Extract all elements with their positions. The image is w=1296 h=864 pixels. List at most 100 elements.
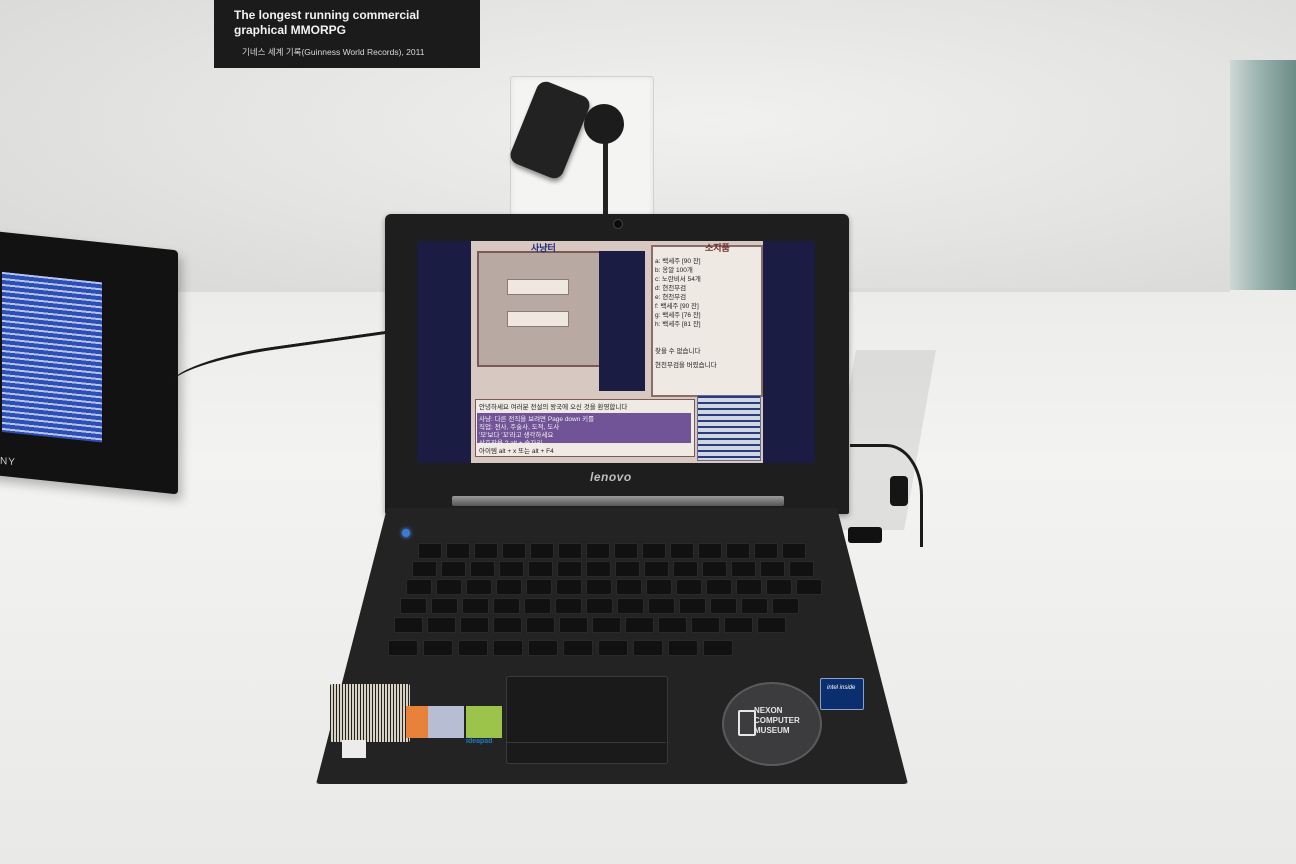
keyboard-key[interactable] [558, 543, 582, 559]
keyboard-key[interactable] [427, 617, 456, 633]
keyboard-key[interactable] [493, 617, 522, 633]
keyboard-key[interactable] [586, 579, 612, 595]
keyboard-key[interactable] [670, 543, 694, 559]
keyboard-key[interactable] [598, 640, 628, 656]
map-platform [507, 311, 569, 327]
keyboard-key[interactable] [557, 561, 582, 577]
keyboard-key[interactable] [586, 543, 610, 559]
keyboard-key[interactable] [702, 561, 727, 577]
keyboard-key[interactable] [644, 561, 669, 577]
keyboard-key[interactable] [673, 561, 698, 577]
keyboard-key[interactable] [658, 617, 687, 633]
keyboard-key[interactable] [493, 640, 523, 656]
keyboard-key[interactable] [431, 598, 458, 614]
keyboard-key[interactable] [796, 579, 822, 595]
keyboard-key[interactable] [668, 640, 698, 656]
webcam-icon [613, 219, 623, 229]
keyboard-key[interactable] [466, 579, 492, 595]
keyboard-key[interactable] [724, 617, 753, 633]
keyboard-key[interactable] [526, 617, 555, 633]
keyboard-key[interactable] [633, 640, 663, 656]
keyboard-key[interactable] [691, 617, 720, 633]
keyboard-key[interactable] [493, 598, 520, 614]
keyboard-key[interactable] [418, 543, 442, 559]
keyboard-key[interactable] [556, 579, 582, 595]
keyboard-key[interactable] [528, 561, 553, 577]
keyboard-key[interactable] [502, 543, 526, 559]
placard-title: The longest running commercial graphical… [234, 8, 420, 37]
keyboard-key[interactable] [679, 598, 706, 614]
keyboard-key[interactable] [586, 598, 613, 614]
power-cord [603, 140, 608, 220]
keyboard-key[interactable] [789, 561, 814, 577]
keyboard-key[interactable] [412, 561, 437, 577]
keyboard-key[interactable] [772, 598, 799, 614]
keyboard-key[interactable] [616, 579, 642, 595]
map-title: 사냥터 [531, 243, 556, 253]
keyboard-key[interactable] [757, 617, 786, 633]
keyboard-key[interactable] [710, 598, 737, 614]
keyboard-key[interactable] [470, 561, 495, 577]
keyboard-key[interactable] [731, 561, 756, 577]
keyboard-key[interactable] [446, 543, 470, 559]
keyboard-key[interactable] [760, 561, 785, 577]
inventory-message: 찾을 수 없습니다 [655, 348, 701, 355]
keyboard-key[interactable] [676, 579, 702, 595]
keyboard-key[interactable] [474, 543, 498, 559]
keyboard-key[interactable] [741, 598, 768, 614]
keyboard-key[interactable] [400, 598, 427, 614]
keyboard-key[interactable] [586, 561, 611, 577]
keyboard-key[interactable] [615, 561, 640, 577]
keyboard-key[interactable] [462, 598, 489, 614]
ferrite-bead [890, 476, 908, 506]
side-monitor-brand: NY [0, 455, 16, 469]
keyboard-key[interactable] [499, 561, 524, 577]
keyboard-key[interactable] [563, 640, 593, 656]
keyboard-key[interactable] [614, 543, 638, 559]
usb-plug [848, 527, 882, 543]
keyboard-key[interactable] [528, 640, 558, 656]
keyboard-key[interactable] [460, 617, 489, 633]
keyboard-key[interactable] [496, 579, 522, 595]
keyboard-key[interactable] [559, 617, 588, 633]
keyboard-key[interactable] [524, 598, 551, 614]
power-button-icon[interactable] [402, 529, 410, 537]
keyboard-key[interactable] [642, 543, 666, 559]
intel-badge-label: intel inside [827, 685, 856, 691]
keyboard-key[interactable] [706, 579, 732, 595]
keyboard-key[interactable] [782, 543, 806, 559]
keyboard-key[interactable] [754, 543, 778, 559]
keyboard-key[interactable] [394, 617, 423, 633]
keyboard-key[interactable] [555, 598, 582, 614]
laptop-brand-logo: lenovo [590, 470, 632, 484]
game-map[interactable] [477, 251, 601, 367]
keyboard-key[interactable] [736, 579, 762, 595]
inventory-item[interactable]: h: 백세주 [81 잔] [655, 318, 701, 328]
keyboard-key[interactable] [530, 543, 554, 559]
keyboard-key[interactable] [441, 561, 466, 577]
keyboard-key[interactable] [625, 617, 654, 633]
intel-badge: intel inside [820, 678, 864, 710]
map-platform [507, 279, 569, 295]
game-window[interactable]: 사냥터 소지품 a: 백세주 [90 잔] b: 옹알 100개 c: 노란비서… [471, 241, 763, 463]
keyboard-key[interactable] [388, 640, 418, 656]
keyboard-key[interactable] [423, 640, 453, 656]
keyboard-key[interactable] [703, 640, 733, 656]
touchpad-buttons-divider [506, 742, 666, 743]
keyboard-key[interactable] [592, 617, 621, 633]
touchpad[interactable] [506, 676, 668, 764]
ideapad-logo: ideapad [466, 738, 493, 745]
keyboard-key[interactable] [436, 579, 462, 595]
keyboard-key[interactable] [526, 579, 552, 595]
keyboard-key[interactable] [698, 543, 722, 559]
keyboard-key[interactable] [646, 579, 672, 595]
keyboard-key[interactable] [458, 640, 488, 656]
inventory-message: 현천무검을 버렸습니다 [655, 362, 717, 369]
keyboard-key[interactable] [406, 579, 432, 595]
keyboard-key[interactable] [766, 579, 792, 595]
color-swatch-green [466, 706, 502, 738]
keyboard-key[interactable] [617, 598, 644, 614]
keyboard-key[interactable] [648, 598, 675, 614]
status-panel[interactable] [697, 395, 761, 461]
keyboard-key[interactable] [726, 543, 750, 559]
